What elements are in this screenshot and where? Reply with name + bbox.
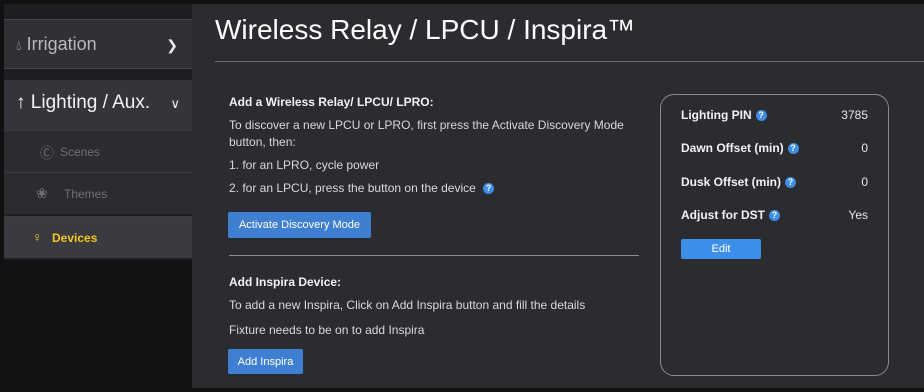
chevron-right-icon: ❯: [166, 37, 178, 53]
title-divider: [215, 61, 924, 62]
adjust-dst-label: Adjust for DST?: [681, 208, 780, 222]
relay-step2: 2. for an LPCU, press the button on the …: [229, 181, 476, 195]
irrigation-text: Irrigation: [26, 34, 97, 54]
water-drop-icon: 💧︎: [16, 37, 22, 53]
sidebar: 💧︎ Irrigation ❯ ↑ Lighting / Aux. ∨ Ⓒ Sc…: [4, 4, 192, 388]
irrigation-label: 💧︎ Irrigation: [16, 34, 97, 55]
inspira-section-heading: Add Inspira Device:: [229, 275, 342, 289]
relay-step1: 1. for an LPRO, cycle power: [229, 158, 380, 172]
dawn-offset-label: Dawn Offset (min)?: [681, 141, 799, 155]
sidebar-item-label: Scenes: [60, 145, 101, 159]
dawn-offset-value: 0: [861, 141, 868, 155]
section-divider: [229, 255, 639, 256]
help-icon[interactable]: ?: [787, 143, 799, 155]
help-icon[interactable]: ?: [769, 210, 780, 222]
sidebar-item-irrigation[interactable]: 💧︎ Irrigation ❯: [4, 19, 192, 69]
relay-step2-row: 2. for an LPCU, press the button on the …: [229, 180, 495, 197]
sidebar-item-label: Themes: [64, 187, 108, 201]
themes-icon: ❀: [36, 185, 48, 201]
activate-discovery-button[interactable]: Activate Discovery Mode: [228, 212, 371, 238]
scenes-icon: Ⓒ: [40, 145, 54, 161]
sidebar-item-label: Devices: [52, 231, 98, 245]
lighting-pin-label: Lighting PIN?: [681, 108, 767, 122]
inspira-line1: To add a new Inspira, Click on Add Inspi…: [229, 298, 586, 312]
sidebar-empty-area: [4, 260, 192, 388]
relay-section-heading: Add a Wireless Relay/ LPCU/ LPRO:: [229, 95, 434, 109]
sidebar-item-devices[interactable]: ♀ Devices: [4, 216, 192, 258]
help-icon[interactable]: ?: [755, 110, 767, 122]
lighting-text: Lighting / Aux.: [30, 92, 151, 113]
help-icon[interactable]: ?: [785, 177, 797, 189]
lighting-pin-value: 3785: [841, 108, 868, 122]
dusk-offset-value: 0: [861, 175, 868, 189]
lighting-label: ↑ Lighting / Aux.: [16, 92, 150, 114]
sidebar-item-lighting[interactable]: ↑ Lighting / Aux. ∨: [4, 80, 192, 130]
chevron-down-icon: ∨: [170, 96, 180, 111]
sidebar-item-scenes[interactable]: Ⓒ Scenes: [4, 130, 192, 172]
lightbulb-icon: ♀: [32, 229, 43, 245]
edit-button[interactable]: Edit: [681, 239, 761, 259]
sidebar-item-themes[interactable]: ❀ Themes: [4, 172, 192, 214]
inspira-line2: Fixture needs to be on to add Inspira: [229, 323, 425, 337]
relay-intro-line2: button, then:: [229, 135, 296, 149]
add-inspira-button[interactable]: Add Inspira: [228, 349, 303, 374]
help-icon[interactable]: ?: [483, 183, 495, 195]
adjust-dst-value: Yes: [848, 208, 868, 222]
dusk-offset-label: Dusk Offset (min)?: [681, 175, 797, 189]
page-title: Wireless Relay / LPCU / Inspira™: [215, 14, 636, 45]
up-arrow-icon: ↑: [16, 92, 26, 113]
settings-panel: Lighting PIN? 3785 Dawn Offset (min)? 0 …: [660, 94, 889, 376]
relay-intro-line1: To discover a new LPCU or LPRO, first pr…: [229, 118, 624, 132]
